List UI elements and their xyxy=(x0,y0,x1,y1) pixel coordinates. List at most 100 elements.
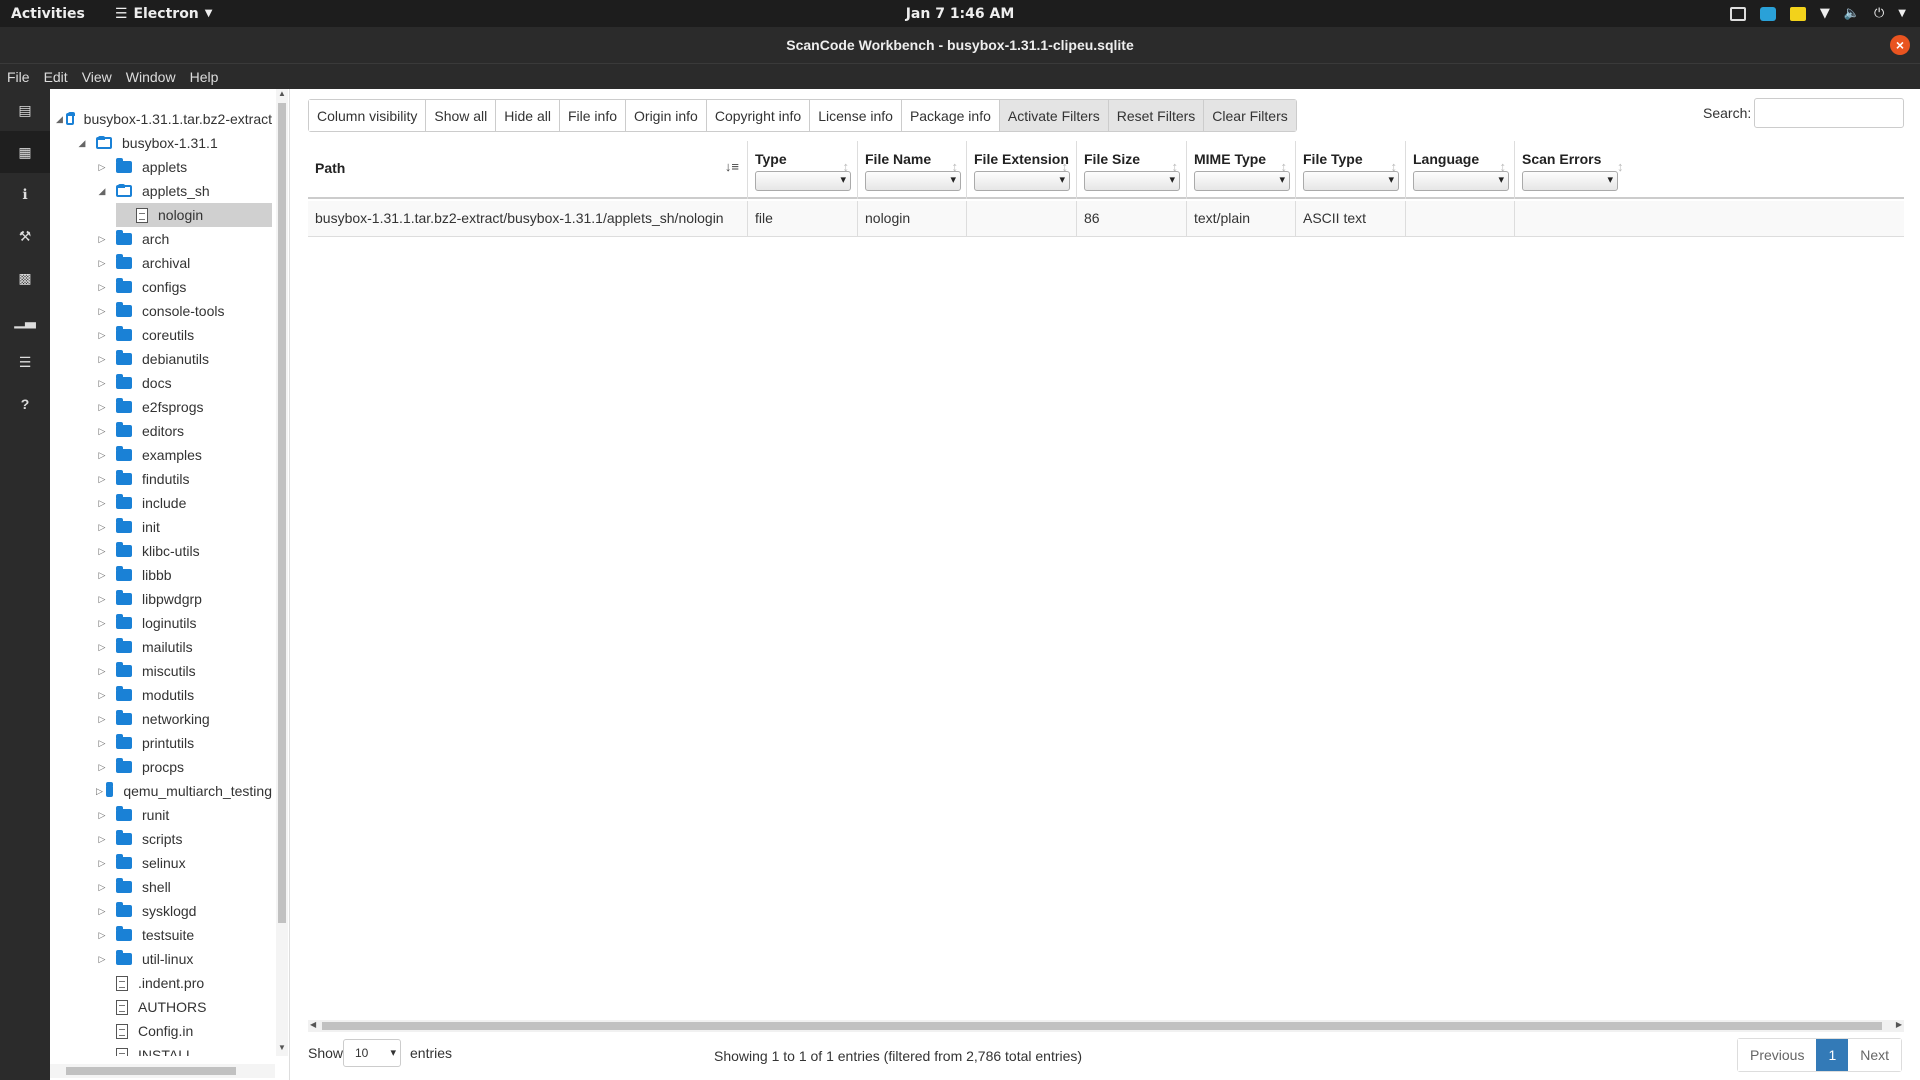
tree-horizontal-scrollbar[interactable] xyxy=(50,1064,275,1078)
scrollbar-thumb[interactable] xyxy=(322,1022,1882,1030)
tree-item-procps[interactable]: ▷ procps xyxy=(96,755,272,779)
tree-item-archival[interactable]: ▷ archival xyxy=(96,251,272,275)
scroll-right-icon[interactable]: ▶ xyxy=(1896,1020,1902,1029)
caret-right-icon[interactable]: ▷ xyxy=(96,834,108,845)
bar-chart-icon[interactable]: ▁▃ xyxy=(0,299,50,341)
tree-vertical-scrollbar[interactable]: ▲ ▼ xyxy=(276,89,288,1056)
caret-right-icon[interactable]: ▷ xyxy=(96,906,108,917)
menu-window[interactable]: Window xyxy=(119,69,183,85)
chevron-down-icon[interactable]: ▼ xyxy=(1898,8,1906,19)
tree-item-debianutils[interactable]: ▷ debianutils xyxy=(96,347,272,371)
tree-item--indent-pro[interactable]: .indent.pro xyxy=(96,971,272,995)
language-filter-select[interactable] xyxy=(1413,171,1509,191)
caret-right-icon[interactable]: ▷ xyxy=(96,162,108,173)
close-icon[interactable]: × xyxy=(1890,35,1910,55)
wifi-icon[interactable]: ▼ xyxy=(1820,6,1830,21)
caret-right-icon[interactable]: ▷ xyxy=(96,474,108,485)
column-header-scan-errors[interactable]: Scan Errors ↕ xyxy=(1515,141,1904,199)
table-row[interactable]: busybox-1.31.1.tar.bz2-extract/busybox-1… xyxy=(308,201,1904,237)
tree-item-config-in[interactable]: Config.in xyxy=(96,1019,272,1043)
tree-item-sysklogd[interactable]: ▷ sysklogd xyxy=(96,899,272,923)
tree-item-selinux[interactable]: ▷ selinux xyxy=(96,851,272,875)
tree-item-runit[interactable]: ▷ runit xyxy=(96,803,272,827)
column-visibility-button[interactable]: Column visibility xyxy=(309,100,427,131)
caret-right-icon[interactable]: ▷ xyxy=(96,306,108,317)
tree-item-include[interactable]: ▷ include xyxy=(96,491,272,515)
tree-item-authors[interactable]: AUTHORS xyxy=(96,995,272,1019)
tree-item-libpwdgrp[interactable]: ▷ libpwdgrp xyxy=(96,587,272,611)
package-info-button[interactable]: Package info xyxy=(901,100,1000,131)
menu-help[interactable]: Help xyxy=(183,69,226,85)
column-header-type[interactable]: Type ↕ xyxy=(748,141,858,199)
file-type-filter-select[interactable] xyxy=(1303,171,1399,191)
tree-item-scripts[interactable]: ▷ scripts xyxy=(96,827,272,851)
tree-item-busybox-1-31-1[interactable]: ◢ busybox-1.31.1 xyxy=(76,131,272,155)
table-horizontal-scrollbar[interactable]: ◀ ▶ xyxy=(308,1020,1904,1032)
caret-right-icon[interactable]: ▷ xyxy=(96,858,108,869)
copyright-info-button[interactable]: Copyright info xyxy=(706,100,811,131)
tree-item-console-tools[interactable]: ▷ console-tools xyxy=(96,299,272,323)
column-header-file-name[interactable]: File Name ↕ xyxy=(858,141,967,199)
caret-down-icon[interactable]: ◢ xyxy=(96,186,108,197)
caret-right-icon[interactable]: ▷ xyxy=(96,786,103,797)
tree-item-examples[interactable]: ▷ examples xyxy=(96,443,272,467)
column-header-file-extension[interactable]: File Extension ↕ xyxy=(967,141,1077,199)
tree-item-shell[interactable]: ▷ shell xyxy=(96,875,272,899)
next-page-button[interactable]: Next xyxy=(1848,1039,1902,1071)
caret-right-icon[interactable]: ▷ xyxy=(96,810,108,821)
app-indicator-icon[interactable] xyxy=(1759,6,1776,21)
scroll-left-icon[interactable]: ◀ xyxy=(310,1020,316,1029)
caret-right-icon[interactable]: ▷ xyxy=(96,762,108,773)
info-icon[interactable]: ℹ xyxy=(0,173,50,215)
mime-type-filter-select[interactable] xyxy=(1194,171,1290,191)
tree-item-configs[interactable]: ▷ configs xyxy=(96,275,272,299)
caret-right-icon[interactable]: ▷ xyxy=(96,738,108,749)
search-input[interactable] xyxy=(1754,98,1904,128)
scroll-down-icon[interactable]: ▼ xyxy=(276,1043,288,1052)
tree-item-coreutils[interactable]: ▷ coreutils xyxy=(96,323,272,347)
tree-item-miscutils[interactable]: ▷ miscutils xyxy=(96,659,272,683)
origin-info-button[interactable]: Origin info xyxy=(626,100,707,131)
question-icon[interactable]: ? xyxy=(0,383,50,425)
volume-icon[interactable]: 🔈 xyxy=(1844,6,1860,21)
file-size-filter-select[interactable] xyxy=(1084,171,1180,191)
clock[interactable]: Jan 7 1:46 AM xyxy=(0,6,1920,22)
tree-item-testsuite[interactable]: ▷ testsuite xyxy=(96,923,272,947)
caret-right-icon[interactable]: ▷ xyxy=(96,594,108,605)
caret-right-icon[interactable]: ▷ xyxy=(96,498,108,509)
caret-right-icon[interactable]: ▷ xyxy=(96,954,108,965)
tree-item-docs[interactable]: ▷ docs xyxy=(96,371,272,395)
license-info-button[interactable]: License info xyxy=(810,100,902,131)
tree-item-networking[interactable]: ▷ networking xyxy=(96,707,272,731)
sort-icon[interactable]: ↕ xyxy=(1617,159,1624,174)
page-1-button[interactable]: 1 xyxy=(1816,1039,1849,1071)
column-header-file-type[interactable]: File Type ↕ xyxy=(1296,141,1406,199)
caret-down-icon[interactable]: ◢ xyxy=(76,138,88,149)
activities-button[interactable]: Activities xyxy=(11,6,85,22)
file-info-button[interactable]: File info xyxy=(559,100,627,131)
notes-icon[interactable] xyxy=(1789,6,1806,21)
caret-right-icon[interactable]: ▷ xyxy=(96,570,108,581)
file-extension-filter-select[interactable] xyxy=(974,171,1070,191)
caret-right-icon[interactable]: ▷ xyxy=(96,258,108,269)
tree-item-libbb[interactable]: ▷ libbb xyxy=(96,563,272,587)
table-icon[interactable]: ▦ xyxy=(0,131,50,173)
caret-right-icon[interactable]: ▷ xyxy=(96,642,108,653)
screen-icon[interactable] xyxy=(1729,6,1746,21)
caret-right-icon[interactable]: ▷ xyxy=(96,882,108,893)
tree-item-e2fsprogs[interactable]: ▷ e2fsprogs xyxy=(96,395,272,419)
scrollbar-thumb[interactable] xyxy=(278,103,286,923)
scroll-up-icon[interactable]: ▲ xyxy=(276,89,288,98)
caret-right-icon[interactable]: ▷ xyxy=(96,546,108,557)
archive-icon[interactable]: ▩ xyxy=(0,257,50,299)
column-header-language[interactable]: Language ↕ xyxy=(1406,141,1515,199)
tree-item-applets[interactable]: ▷ applets xyxy=(96,155,272,179)
tree-item-klibc-utils[interactable]: ▷ klibc-utils xyxy=(96,539,272,563)
tree-item-qemu-multiarch-testing[interactable]: ▷ qemu_multiarch_testing xyxy=(96,779,272,803)
hammer-icon[interactable]: ⚒ xyxy=(0,215,50,257)
caret-right-icon[interactable]: ▷ xyxy=(96,714,108,725)
tree-item-modutils[interactable]: ▷ modutils xyxy=(96,683,272,707)
caret-right-icon[interactable]: ▷ xyxy=(96,378,108,389)
tree-item-loginutils[interactable]: ▷ loginutils xyxy=(96,611,272,635)
scrollbar-thumb[interactable] xyxy=(66,1067,236,1075)
